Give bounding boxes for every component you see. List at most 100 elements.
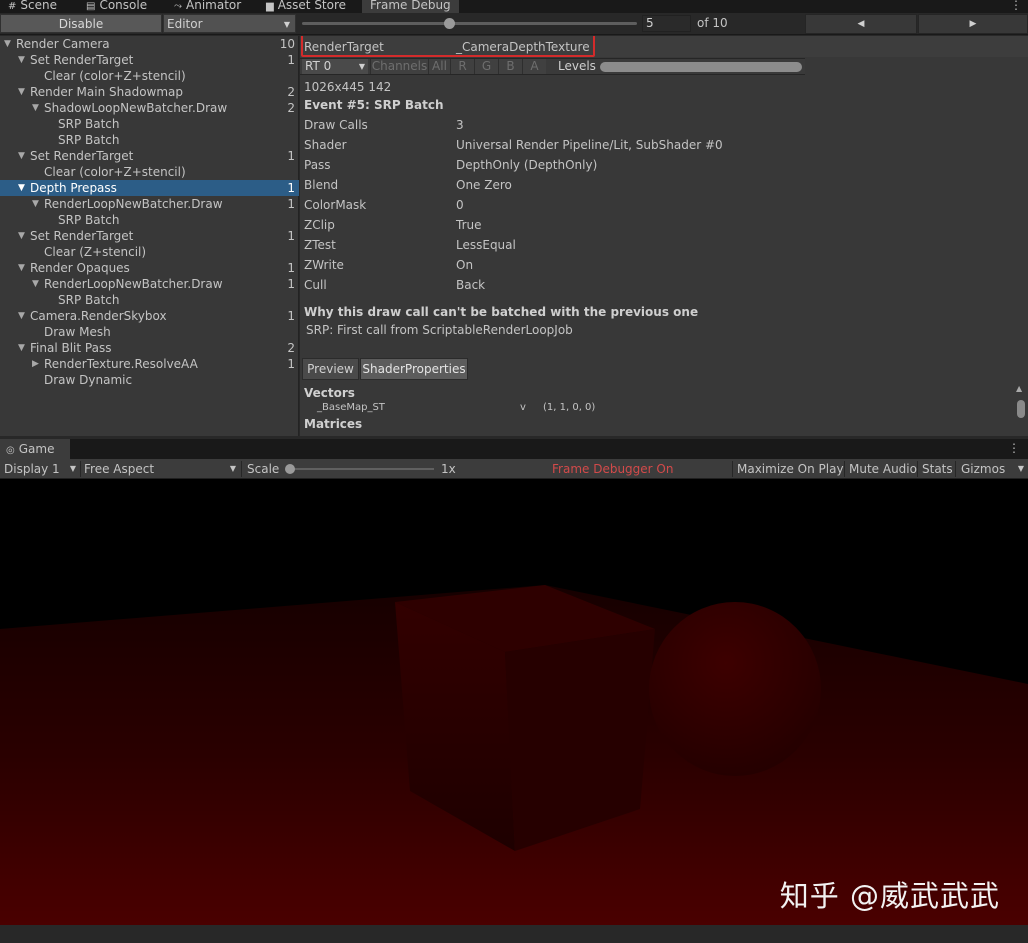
tree-item[interactable]: ▼ Set RenderTarget 1 xyxy=(0,228,299,244)
tree-item[interactable]: ▼ ShadowLoopNewBatcher.Draw 2 xyxy=(0,100,299,116)
tree-item[interactable]: ▼ Depth Prepass 1 xyxy=(0,180,299,196)
maximize-on-play-toggle[interactable]: Maximize On Play xyxy=(737,459,844,479)
property-key: Cull xyxy=(304,278,327,292)
tree-item-label: Set RenderTarget xyxy=(30,149,134,163)
kebab-menu-icon[interactable]: ⋮ xyxy=(1008,441,1020,455)
tree-item-count: 1 xyxy=(287,357,295,371)
tab-preview[interactable]: Preview xyxy=(302,358,359,380)
tree-item[interactable]: ▼ Set RenderTarget 1 xyxy=(0,148,299,164)
expand-arrow-down-icon[interactable]: ▼ xyxy=(18,148,25,164)
previous-event-button[interactable]: ◀ xyxy=(805,14,917,34)
tree-item[interactable]: SRP Batch xyxy=(0,116,299,132)
stats-toggle[interactable]: Stats xyxy=(922,459,953,479)
property-value: On xyxy=(456,258,474,272)
expand-arrow-down-icon[interactable]: ▼ xyxy=(18,84,25,100)
property-value: True xyxy=(456,218,482,232)
tree-item[interactable]: Clear (color+Z+stencil) xyxy=(0,68,299,84)
expand-arrow-down-icon[interactable]: ▼ xyxy=(18,308,25,324)
expand-arrow-down-icon[interactable]: ▼ xyxy=(18,180,25,196)
status-bar xyxy=(0,925,1028,943)
tab-asset-store[interactable]: ▆ Asset Store xyxy=(266,0,346,13)
divider xyxy=(80,461,81,477)
matrices-heading: Matrices xyxy=(304,417,363,431)
property-key: ColorMask xyxy=(304,198,367,212)
next-event-button[interactable]: ▶ xyxy=(918,14,1028,34)
tree-item-label: Set RenderTarget xyxy=(30,229,134,243)
tree-item[interactable]: ▼ RenderLoopNewBatcher.Draw 1 xyxy=(0,276,299,292)
tree-item[interactable]: Clear (Z+stencil) xyxy=(0,244,299,260)
scale-slider-handle[interactable] xyxy=(285,464,295,474)
mute-audio-toggle[interactable]: Mute Audio xyxy=(849,459,917,479)
tab-scene[interactable]: # Scene xyxy=(8,0,57,13)
channels-row: RT 0 ▼ Channels All R G B A Levels xyxy=(300,58,805,75)
tree-item[interactable]: SRP Batch xyxy=(0,212,299,228)
property-value: 0 xyxy=(456,198,464,212)
tree-item[interactable]: ▶ RenderTexture.ResolveAA 1 xyxy=(0,356,299,372)
channel-r-button[interactable]: R xyxy=(450,59,474,74)
tree-item[interactable]: SRP Batch xyxy=(0,132,299,148)
tab-shader-properties[interactable]: ShaderProperties xyxy=(360,358,468,380)
property-value: LessEqual xyxy=(456,238,516,252)
chevron-down-icon: ▼ xyxy=(358,62,365,71)
divider xyxy=(844,461,845,477)
tree-item[interactable]: Draw Mesh xyxy=(0,324,299,340)
frame-slider-track[interactable] xyxy=(302,22,637,25)
tab-game[interactable]: ◎ Game xyxy=(0,439,70,459)
disable-button[interactable]: Disable xyxy=(0,14,162,33)
display-dropdown[interactable]: Display 1 ▼ xyxy=(4,459,78,479)
tree-item[interactable]: ▼ Final Blit Pass 2 xyxy=(0,340,299,356)
highlight-box xyxy=(301,36,595,57)
channel-b-button[interactable]: B xyxy=(498,59,522,74)
tree-item[interactable]: ▼ Render Camera 10 xyxy=(0,36,299,52)
channels-label: Channels xyxy=(370,59,428,74)
channel-all-button[interactable]: All xyxy=(428,59,450,74)
store-icon: ▆ xyxy=(266,1,274,12)
scale-slider-track[interactable] xyxy=(289,468,434,470)
channel-g-button[interactable]: G xyxy=(474,59,498,74)
rt-select-dropdown[interactable]: RT 0 ▼ xyxy=(302,59,368,74)
tree-item[interactable]: ▼ Set RenderTarget 1 xyxy=(0,52,299,68)
property-value: DepthOnly (DepthOnly) xyxy=(456,158,598,172)
expand-arrow-down-icon[interactable]: ▼ xyxy=(32,276,39,292)
expand-arrow-down-icon[interactable]: ▼ xyxy=(4,36,11,52)
tree-item-count: 1 xyxy=(287,53,295,67)
gizmos-dropdown[interactable]: Gizmos ▼ xyxy=(961,459,1027,479)
expand-arrow-down-icon[interactable]: ▼ xyxy=(32,196,39,212)
tree-item[interactable]: Clear (color+Z+stencil) xyxy=(0,164,299,180)
tree-item-label: SRP Batch xyxy=(58,293,120,307)
levels-range-slider[interactable] xyxy=(600,62,802,72)
tree-item-count: 2 xyxy=(287,341,295,355)
vector-name: _BaseMap_ST xyxy=(317,402,385,413)
expand-arrow-down-icon[interactable]: ▼ xyxy=(18,260,25,276)
aspect-dropdown[interactable]: Free Aspect ▼ xyxy=(84,459,238,479)
scroll-up-icon[interactable]: ▲ xyxy=(1016,384,1022,393)
tree-item[interactable]: ▼ Camera.RenderSkybox 1 xyxy=(0,308,299,324)
target-dropdown[interactable]: Editor ▼ xyxy=(163,14,296,33)
tab-console[interactable]: ▤ Console xyxy=(86,0,147,13)
expand-arrow-down-icon[interactable]: ▼ xyxy=(18,228,25,244)
scale-label: Scale xyxy=(247,462,280,476)
tree-item[interactable]: ▼ Render Opaques 1 xyxy=(0,260,299,276)
console-icon: ▤ xyxy=(86,1,96,12)
tree-item-label: SRP Batch xyxy=(58,117,120,131)
scale-value: 1x xyxy=(441,462,456,476)
tree-item-count: 1 xyxy=(287,309,295,323)
expand-arrow-down-icon[interactable]: ▼ xyxy=(32,100,39,116)
tree-item[interactable]: Draw Dynamic xyxy=(0,372,299,388)
vertical-scrollbar[interactable] xyxy=(1017,400,1025,418)
tree-item-count: 1 xyxy=(287,197,295,211)
tree-item-label: RenderLoopNewBatcher.Draw xyxy=(44,197,223,211)
tree-item[interactable]: SRP Batch xyxy=(0,292,299,308)
tab-frame-debug[interactable]: Frame Debug xyxy=(362,0,459,13)
triangle-right-icon: ▶ xyxy=(969,19,977,29)
tab-animator[interactable]: ⤳ Animator xyxy=(174,0,241,13)
frame-number-input[interactable]: 5 xyxy=(642,15,691,32)
expand-arrow-down-icon[interactable]: ▼ xyxy=(18,340,25,356)
tree-item[interactable]: ▼ Render Main Shadowmap 2 xyxy=(0,84,299,100)
tree-item[interactable]: ▼ RenderLoopNewBatcher.Draw 1 xyxy=(0,196,299,212)
kebab-menu-icon[interactable]: ⋮ xyxy=(1010,0,1022,12)
expand-arrow-down-icon[interactable]: ▼ xyxy=(18,52,25,68)
expand-arrow-right-icon[interactable]: ▶ xyxy=(32,356,39,372)
game-view[interactable]: 知乎 @威武武武 xyxy=(0,479,1028,925)
channel-a-button[interactable]: A xyxy=(522,59,546,74)
